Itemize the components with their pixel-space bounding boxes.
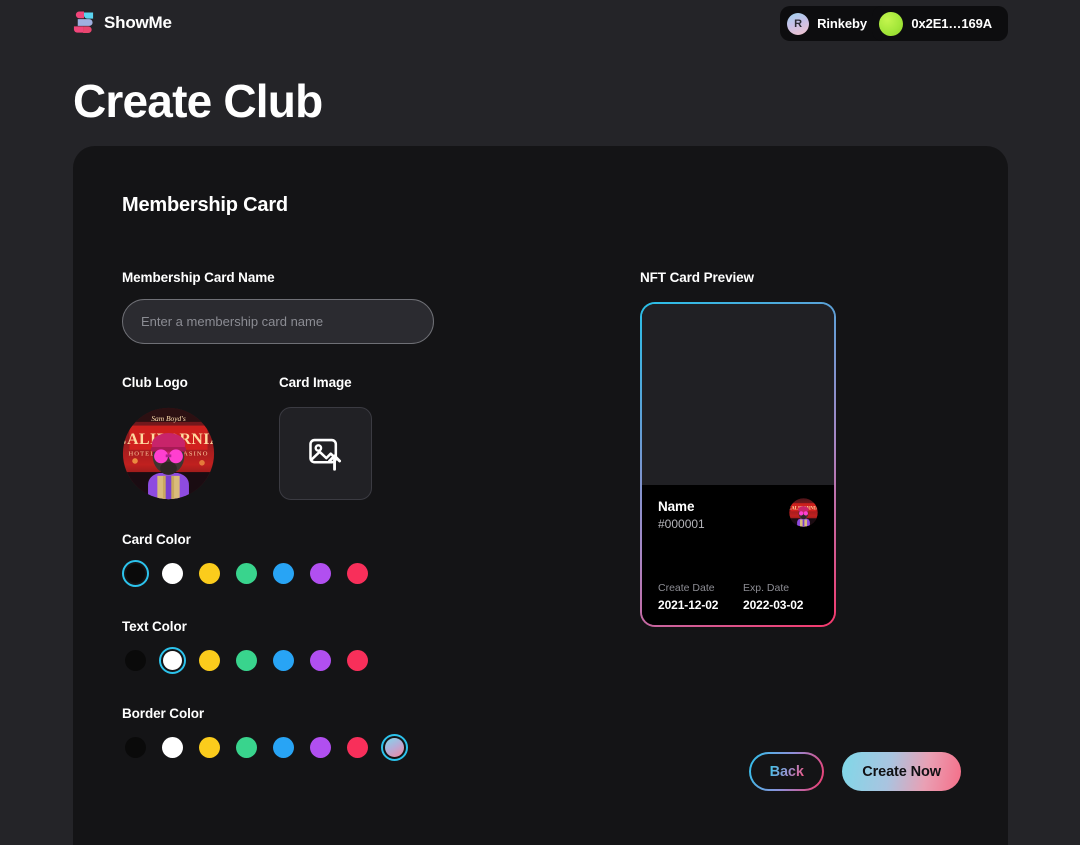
card-image-label: Card Image (279, 375, 352, 390)
top-header: ShowMe R Rinkeby 0x2E1…169A (0, 0, 1080, 47)
nft-card-dates: Create Date 2021-12-02 Exp. Date 2022-03… (658, 582, 818, 612)
color-swatch[interactable] (270, 560, 297, 587)
color-swatch[interactable] (233, 560, 260, 587)
color-swatch[interactable] (122, 647, 149, 674)
color-swatch-fill (310, 650, 331, 671)
color-swatch-fill (310, 563, 331, 584)
network-label: Rinkeby (817, 16, 867, 31)
color-swatch[interactable] (159, 734, 186, 761)
color-swatch[interactable] (344, 560, 371, 587)
color-swatch[interactable] (196, 734, 223, 761)
image-upload-icon (308, 438, 341, 471)
page-title: Create Club (73, 75, 323, 127)
color-swatch-fill (125, 650, 146, 671)
color-swatch-fill (273, 737, 294, 758)
color-swatch[interactable] (270, 734, 297, 761)
showme-logo-icon (73, 11, 94, 34)
color-swatch-fill (199, 737, 220, 758)
wallet-avatar-icon (879, 11, 904, 36)
nft-card-avatar: CALIFORNIA (789, 498, 818, 527)
color-swatch[interactable] (196, 560, 223, 587)
color-swatch-fill (236, 563, 257, 584)
membership-card-name-input[interactable] (122, 299, 434, 344)
nft-card-info: Name #000001 CALIFORNIA (642, 485, 834, 625)
form-actions: Back Create Now (749, 752, 961, 791)
form-column: Membership Card Name Club Logo (122, 270, 602, 761)
color-swatch-fill (310, 737, 331, 758)
nft-exp-date-value: 2022-03-02 (743, 598, 804, 612)
color-swatch[interactable] (381, 734, 408, 761)
wallet-button[interactable]: 0x2E1…169A (872, 6, 1008, 41)
card-color-group: Card Color (122, 532, 602, 587)
svg-text:Sam Boyd's: Sam Boyd's (151, 414, 186, 423)
create-now-button[interactable]: Create Now (842, 752, 961, 791)
preview-column: NFT Card Preview Name #000001 CALIFORNIA (640, 270, 836, 627)
color-swatch[interactable] (307, 560, 334, 587)
card-color-label: Card Color (122, 532, 191, 547)
nft-card-preview: Name #000001 CALIFORNIA (640, 302, 836, 627)
nft-create-date-label: Create Date (658, 582, 715, 594)
color-swatch[interactable] (270, 647, 297, 674)
color-swatch-fill (126, 564, 145, 583)
text-color-label: Text Color (122, 619, 187, 634)
border-color-label: Border Color (122, 706, 205, 721)
color-swatch-fill (199, 650, 220, 671)
color-swatch-fill (162, 737, 183, 758)
back-button-label: Back (769, 763, 804, 780)
color-swatch-fill (273, 563, 294, 584)
color-swatch-fill (199, 563, 220, 584)
card-color-swatches (122, 560, 602, 587)
card-image-block: Card Image (279, 375, 372, 500)
border-color-group: Border Color (122, 706, 602, 761)
club-logo-block: Club Logo HOTEL CASINO Sam Boyd's (122, 375, 279, 500)
color-swatch-fill (163, 651, 182, 670)
color-swatch[interactable] (159, 560, 186, 587)
color-swatch[interactable] (122, 734, 149, 761)
nft-exp-date-label: Exp. Date (743, 582, 790, 594)
color-swatch-fill (236, 737, 257, 758)
panel-title: Membership Card (122, 194, 288, 216)
color-swatch-fill (347, 737, 368, 758)
nft-create-date-value: 2021-12-02 (658, 598, 719, 612)
color-swatch[interactable] (159, 647, 186, 674)
card-image-upload-button[interactable] (279, 407, 372, 500)
membership-card-panel: Membership Card Membership Card Name Clu… (73, 146, 1008, 845)
color-swatch-fill (347, 563, 368, 584)
club-logo-avatar[interactable]: CALIFORNIA HOTEL AND CASINO Sam Boyd's (122, 407, 215, 500)
color-swatch[interactable] (344, 647, 371, 674)
color-swatch[interactable] (344, 734, 371, 761)
text-color-group: Text Color (122, 619, 602, 674)
wallet-address: 0x2E1…169A (911, 16, 992, 31)
color-swatch-fill (385, 738, 404, 757)
brand-name: ShowMe (104, 12, 172, 32)
border-color-swatches (122, 734, 602, 761)
network-avatar: R (787, 12, 810, 35)
nft-card-preview-label: NFT Card Preview (640, 270, 754, 285)
text-color-swatches (122, 647, 602, 674)
back-button[interactable]: Back (749, 752, 825, 791)
brand[interactable]: ShowMe (72, 11, 172, 34)
club-logo-label: Club Logo (122, 375, 188, 390)
color-swatch[interactable] (307, 734, 334, 761)
color-swatch[interactable] (196, 647, 223, 674)
color-swatch[interactable] (233, 647, 260, 674)
color-swatch-fill (347, 650, 368, 671)
color-swatch[interactable] (307, 647, 334, 674)
color-swatch-fill (273, 650, 294, 671)
nft-card-image-area (642, 304, 834, 485)
uploads-row: Club Logo HOTEL CASINO Sam Boyd's Card I… (122, 375, 602, 500)
color-swatch-fill (162, 563, 183, 584)
membership-card-name-label: Membership Card Name (122, 270, 275, 285)
nft-exp-date: Exp. Date 2022-03-02 (738, 582, 818, 612)
color-swatch-fill (236, 650, 257, 671)
nft-create-date: Create Date 2021-12-02 (658, 582, 738, 612)
color-swatch-fill (125, 737, 146, 758)
color-swatch[interactable] (122, 560, 149, 587)
color-swatch[interactable] (233, 734, 260, 761)
